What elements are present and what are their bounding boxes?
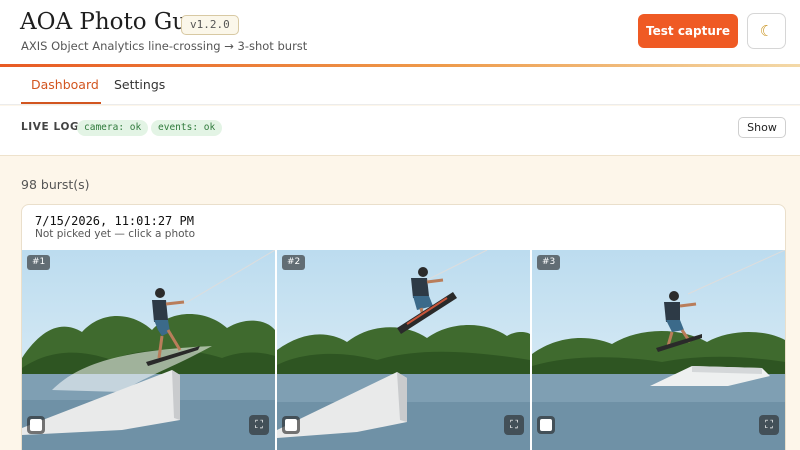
active-tab-indicator [21, 102, 101, 104]
moon-icon: ☾ [759, 22, 774, 40]
expand-icon[interactable]: ⛶ [759, 415, 779, 435]
live-log-bar: LIVE LOG camera: ok events: ok [0, 106, 800, 156]
burst-photo-3[interactable]: #3 ⛶ [532, 250, 785, 450]
burst-photo-1[interactable]: #1 ⛶ [22, 250, 275, 450]
photo-number-badge: #2 [282, 255, 306, 270]
select-checkbox[interactable] [27, 416, 45, 434]
events-status-badge: events: ok [151, 120, 223, 136]
burst-hint: Not picked yet — click a photo [35, 228, 196, 240]
test-capture-button[interactable]: Test capture [638, 14, 738, 48]
burst-count: 98 burst(s) [21, 177, 90, 192]
app-subtitle: AXIS Object Analytics line-crossing → 3-… [21, 39, 308, 53]
photo-number-badge: #3 [537, 255, 561, 270]
photo-number-badge: #1 [27, 255, 51, 270]
expand-icon[interactable]: ⛶ [504, 415, 524, 435]
wakeboard-photo-2-image [277, 250, 530, 450]
version-badge: v1.2.0 [181, 15, 239, 35]
select-checkbox[interactable] [537, 416, 555, 434]
burst-timestamp: 7/15/2026, 11:01:27 PM [35, 214, 194, 228]
app-title: AOA Photo Gun [20, 9, 202, 35]
show-log-button[interactable]: Show [738, 117, 786, 138]
burst-card: 7/15/2026, 11:01:27 PM Not picked yet — … [21, 204, 786, 450]
camera-status-badge: camera: ok [77, 120, 149, 136]
theme-toggle-button[interactable]: ☾ [747, 13, 786, 49]
app-header: AOA Photo Gun v1.2.0 AXIS Object Analyti… [0, 0, 800, 66]
tab-bar: Dashboard Settings [0, 67, 800, 105]
tab-dashboard[interactable]: Dashboard [31, 77, 99, 92]
wakeboard-photo-3-image [532, 250, 785, 450]
tab-settings[interactable]: Settings [114, 77, 165, 92]
wakeboard-photo-1-image [22, 250, 275, 450]
live-log-label: LIVE LOG [21, 121, 80, 133]
burst-photo-2[interactable]: #2 ⛶ [277, 250, 530, 450]
expand-icon[interactable]: ⛶ [249, 415, 269, 435]
select-checkbox[interactable] [282, 416, 300, 434]
